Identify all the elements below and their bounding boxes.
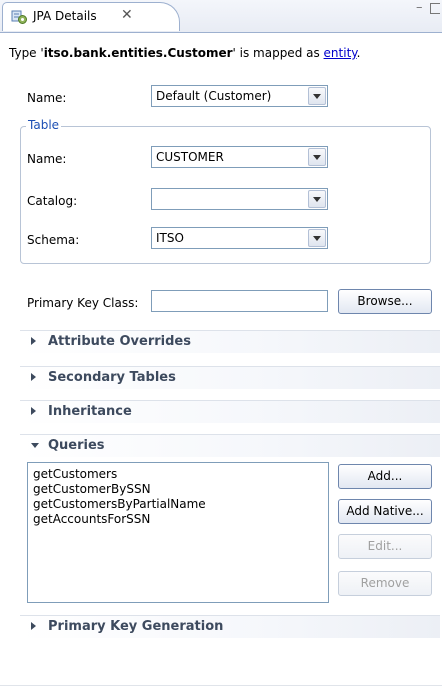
list-item[interactable]: getCustomers <box>33 467 117 481</box>
remove-query-button[interactable]: Remove <box>338 571 432 596</box>
schema-label: Schema: <box>27 233 80 247</box>
browse-button[interactable]: Browse... <box>338 289 432 314</box>
primary-key-class-label: Primary Key Class: <box>27 296 139 310</box>
schema-value: ITSO <box>156 231 184 245</box>
entity-name-label: Name: <box>27 91 67 105</box>
view-tab-bar: JPA Details ✕ – <box>0 0 442 33</box>
maximize-icon[interactable] <box>430 3 440 14</box>
section-title: Inheritance <box>48 404 132 419</box>
section-title: Primary Key Generation <box>48 619 224 634</box>
chevron-down-icon[interactable] <box>308 229 326 247</box>
expand-arrow-icon[interactable] <box>31 373 36 381</box>
expand-arrow-icon[interactable] <box>31 337 36 345</box>
entity-class-name: itso.bank.entities.Customer <box>43 46 233 60</box>
schema-combo[interactable]: ITSO <box>151 227 328 249</box>
table-name-value: CUSTOMER <box>156 150 224 164</box>
expand-arrow-icon[interactable] <box>31 622 36 630</box>
section-title: Attribute Overrides <box>48 334 191 349</box>
minimize-icon[interactable]: – <box>416 0 423 15</box>
type-middle: ' is mapped as <box>232 46 324 60</box>
list-item[interactable]: getAccountsForSSN <box>33 512 150 526</box>
mapping-type-link[interactable]: entity <box>324 46 357 60</box>
collapse-arrow-icon[interactable] <box>31 443 39 448</box>
jpa-details-icon <box>11 10 27 24</box>
add-query-button[interactable]: Add... <box>338 464 432 489</box>
entity-name-value: Default (Customer) <box>156 89 272 103</box>
edit-query-button[interactable]: Edit... <box>338 534 432 559</box>
tab-title: JPA Details <box>33 9 97 23</box>
chevron-down-icon[interactable] <box>308 148 326 166</box>
mapping-description: Type 'itso.bank.entities.Customer' is ma… <box>9 46 361 60</box>
type-prefix: Type ' <box>9 46 44 60</box>
table-group-title: Table <box>26 118 62 132</box>
divider <box>0 685 442 686</box>
type-suffix: . <box>356 46 361 60</box>
list-item[interactable]: getCustomerBySSN <box>33 482 151 496</box>
catalog-combo[interactable] <box>151 188 328 210</box>
section-secondary-tables[interactable]: Secondary Tables <box>20 366 440 389</box>
close-icon[interactable]: ✕ <box>121 7 133 23</box>
section-attribute-overrides[interactable]: Attribute Overrides <box>20 330 440 353</box>
section-inheritance[interactable]: Inheritance <box>20 400 440 423</box>
section-title: Secondary Tables <box>48 370 176 385</box>
table-name-label: Name: <box>27 152 67 166</box>
tab-jpa-details[interactable]: JPA Details ✕ <box>2 2 180 31</box>
add-native-query-button[interactable]: Add Native... <box>338 499 432 524</box>
section-queries[interactable]: Queries <box>20 434 440 457</box>
table-name-combo[interactable]: CUSTOMER <box>151 146 328 168</box>
chevron-down-icon[interactable] <box>308 190 326 208</box>
primary-key-class-input[interactable] <box>151 290 328 312</box>
catalog-label: Catalog: <box>27 194 78 208</box>
expand-arrow-icon[interactable] <box>31 407 36 415</box>
section-primary-key-generation[interactable]: Primary Key Generation <box>20 615 440 638</box>
list-item[interactable]: getCustomersByPartialName <box>33 497 206 511</box>
queries-list[interactable]: getCustomers getCustomerBySSN getCustome… <box>27 462 329 603</box>
section-title: Queries <box>48 438 105 453</box>
chevron-down-icon[interactable] <box>308 87 326 105</box>
entity-name-combo[interactable]: Default (Customer) <box>151 85 328 107</box>
